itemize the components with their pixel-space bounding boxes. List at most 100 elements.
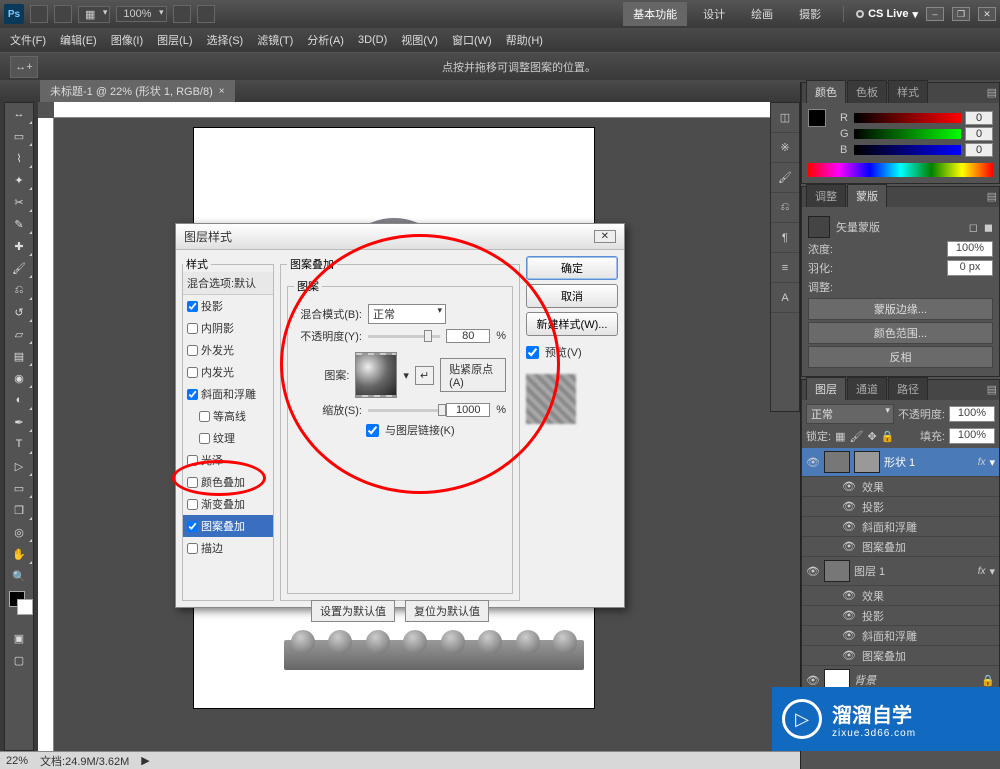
dock-history-icon[interactable]: ◫ <box>771 103 799 133</box>
scale-input[interactable]: 1000 <box>446 403 490 417</box>
fx-effects[interactable]: 👁效果 <box>802 477 999 497</box>
menu-help[interactable]: 帮助(H) <box>506 32 543 48</box>
tab-styles[interactable]: 样式 <box>888 80 928 103</box>
tool-hand[interactable]: ✋ <box>5 543 33 565</box>
rotate-icon[interactable] <box>197 5 215 23</box>
dock-actions-icon[interactable]: ※ <box>771 133 799 163</box>
bridge-icon[interactable] <box>30 5 48 23</box>
tab-swatches[interactable]: 色板 <box>847 80 887 103</box>
blend-options-item[interactable]: 混合选项:默认 <box>183 272 273 295</box>
cs-live[interactable]: CS Live▾ <box>856 8 918 21</box>
tool-3dcam[interactable]: ◎ <box>5 521 33 543</box>
style-inner-glow[interactable]: 内发光 <box>183 361 273 383</box>
style-stroke[interactable]: 描边 <box>183 537 273 559</box>
fx-shadow[interactable]: 👁投影 <box>802 497 999 517</box>
fx-pattern[interactable]: 👁图案叠加 <box>802 537 999 557</box>
status-arrow-icon[interactable]: ▶ <box>141 754 149 767</box>
tool-heal[interactable]: ✚ <box>5 235 33 257</box>
new-style-button[interactable]: 新建样式(W)... <box>526 312 618 336</box>
b-slider[interactable] <box>854 145 961 155</box>
tool-blur[interactable]: ◉ <box>5 367 33 389</box>
tool-crop[interactable]: ✂ <box>5 191 33 213</box>
menu-3d[interactable]: 3D(D) <box>358 34 387 46</box>
menu-filter[interactable]: 滤镜(T) <box>257 32 293 48</box>
ruler-horizontal[interactable] <box>54 102 800 118</box>
feather-input[interactable]: 0 px <box>947 260 993 276</box>
tool-wand[interactable]: ✦ <box>5 169 33 191</box>
panel-menu-icon[interactable]: ▤ <box>987 86 997 99</box>
dock-brushes-icon[interactable]: 🖌 <box>771 163 799 193</box>
menu-analysis[interactable]: 分析(A) <box>307 32 344 48</box>
workspace-design[interactable]: 设计 <box>693 2 735 26</box>
style-color-overlay[interactable]: 颜色叠加 <box>183 471 273 493</box>
dock-char-icon[interactable]: ¶ <box>771 223 799 253</box>
g-value[interactable]: 0 <box>965 127 993 141</box>
eye-icon[interactable]: 👁 <box>806 674 820 687</box>
lock-pos-icon[interactable]: ✥ <box>867 430 876 443</box>
menu-select[interactable]: 选择(S) <box>207 32 244 48</box>
tool-screenmode[interactable]: ▢ <box>5 649 33 671</box>
zoom-dd[interactable]: 100% <box>116 6 166 22</box>
view-dd[interactable]: ▦ <box>78 6 110 23</box>
menu-edit[interactable]: 编辑(E) <box>60 32 97 48</box>
style-drop-shadow[interactable]: 投影 <box>183 295 273 317</box>
reset-default-button[interactable]: 复位为默认值 <box>405 600 489 622</box>
opacity-input[interactable]: 100% <box>949 406 995 422</box>
doc-size-readout[interactable]: 文档:24.9M/3.62M <box>40 753 129 769</box>
menu-view[interactable]: 视图(V) <box>401 32 438 48</box>
opacity-slider[interactable] <box>368 335 440 338</box>
scale-slider[interactable] <box>368 409 440 412</box>
lock-trans-icon[interactable]: ▦ <box>835 430 845 443</box>
fx-pattern-2[interactable]: 👁图案叠加 <box>802 646 999 666</box>
workspace-basic[interactable]: 基本功能 <box>623 2 687 26</box>
link-checkbox[interactable] <box>366 424 379 437</box>
tool-history[interactable]: ↺ <box>5 301 33 323</box>
lock-pix-icon[interactable]: 🖌 <box>849 430 863 443</box>
workspace-paint[interactable]: 绘画 <box>741 2 783 26</box>
style-inner-shadow[interactable]: 内阴影 <box>183 317 273 339</box>
tool-pen[interactable]: ✒ <box>5 411 33 433</box>
ok-button[interactable]: 确定 <box>526 256 618 280</box>
tab-channels[interactable]: 通道 <box>847 377 887 400</box>
window-max[interactable]: ❐ <box>952 7 970 21</box>
panel-menu-icon[interactable]: ▤ <box>987 383 997 396</box>
tool-eyedropper[interactable]: ✎ <box>5 213 33 235</box>
blend-mode-dd[interactable]: 正常 <box>806 404 894 424</box>
tool-dodge[interactable]: ◐ <box>5 389 33 411</box>
fg-bg-swatch[interactable] <box>5 587 33 627</box>
tab-paths[interactable]: 路径 <box>888 377 928 400</box>
fill-input[interactable]: 100% <box>949 428 995 444</box>
style-bevel[interactable]: 斜面和浮雕 <box>183 383 273 405</box>
tool-lasso[interactable]: ⌇ <box>5 147 33 169</box>
lock-all-icon[interactable]: 🔒 <box>881 430 895 443</box>
dialog-close-button[interactable]: ✕ <box>594 230 616 243</box>
tool-gradient[interactable]: ▤ <box>5 345 33 367</box>
g-slider[interactable] <box>854 129 961 139</box>
document-tab[interactable]: 未标题-1 @ 22% (形状 1, RGB/8) × <box>40 80 235 102</box>
tool-eraser[interactable]: ▱ <box>5 323 33 345</box>
r-value[interactable]: 0 <box>965 111 993 125</box>
style-satin[interactable]: 光泽 <box>183 449 273 471</box>
color-range-button[interactable]: 颜色范围... <box>808 322 993 344</box>
b-value[interactable]: 0 <box>965 143 993 157</box>
opacity-input[interactable]: 80 <box>446 329 490 343</box>
tool-brush[interactable]: 🖌 <box>5 257 33 279</box>
cancel-button[interactable]: 取消 <box>526 284 618 308</box>
window-min[interactable]: – <box>926 7 944 21</box>
ruler-vertical[interactable] <box>38 118 54 751</box>
dock-nav-icon[interactable]: A <box>771 283 799 313</box>
close-icon[interactable]: × <box>219 86 225 97</box>
fx-bevel[interactable]: 👁斜面和浮雕 <box>802 517 999 537</box>
preview-checkbox[interactable] <box>526 346 539 359</box>
style-grad-overlay[interactable]: 渐变叠加 <box>183 493 273 515</box>
color-ramp[interactable] <box>808 163 993 177</box>
density-input[interactable]: 100% <box>947 241 993 257</box>
style-outer-glow[interactable]: 外发光 <box>183 339 273 361</box>
blend-mode-select[interactable]: 正常 <box>368 304 446 324</box>
tool-marquee[interactable]: ▭ <box>5 125 33 147</box>
tab-adjust[interactable]: 调整 <box>806 184 846 207</box>
pattern-picker[interactable] <box>355 352 397 398</box>
tab-layers[interactable]: 图层 <box>806 377 846 400</box>
mask-edge-button[interactable]: 蒙版边缘... <box>808 298 993 320</box>
dialog-titlebar[interactable]: 图层样式 ✕ <box>176 224 624 250</box>
